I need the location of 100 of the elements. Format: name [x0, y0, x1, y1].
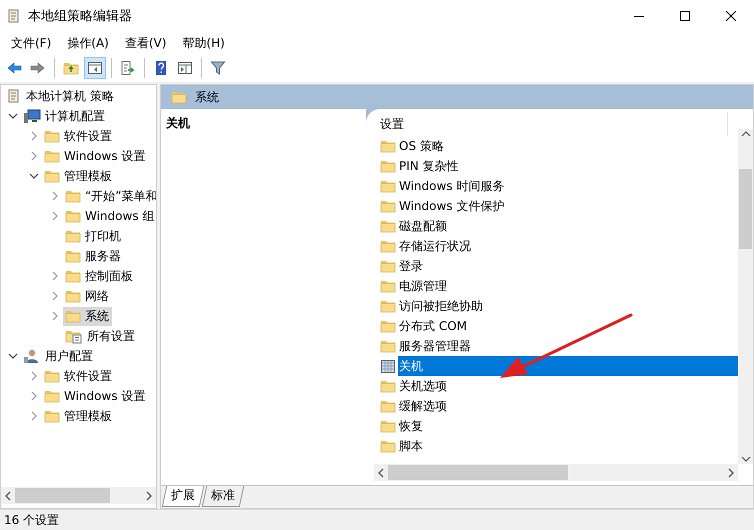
forward-arrow-icon — [30, 60, 46, 76]
menu-item[interactable]: 查看(V) — [116, 34, 174, 52]
tree-item[interactable]: 管理模板 — [42, 166, 115, 186]
tree-item[interactable]: 软件设置 — [42, 366, 115, 386]
pane-header-title: 系统 — [195, 88, 219, 106]
folder-icon — [65, 288, 81, 304]
back-arrow-icon — [6, 60, 22, 76]
menu-item[interactable]: 帮助(H) — [174, 34, 233, 52]
tree-item[interactable]: 服务器 — [63, 246, 124, 266]
settings-folder-icon — [65, 328, 83, 344]
folder-icon — [380, 298, 396, 314]
folder-icon — [380, 278, 396, 294]
window-title: 本地组策略编辑器 — [28, 8, 132, 25]
view-tab[interactable]: 扩展 — [162, 486, 204, 507]
folder-icon — [65, 188, 81, 204]
tree-item[interactable]: “开始”菜单和 — [63, 186, 156, 206]
folder-up-icon — [63, 60, 79, 76]
folder-icon — [380, 238, 396, 254]
tree-item-label: Windows 设置 — [64, 148, 146, 164]
export-list-icon — [120, 60, 136, 76]
setting-list-item[interactable]: 恢复 — [398, 416, 738, 436]
setting-list-item[interactable]: Windows 时间服务 — [398, 176, 738, 196]
tree-item[interactable]: 软件设置 — [42, 126, 115, 146]
folder-icon — [44, 388, 60, 404]
menu-item[interactable]: 文件(F) — [3, 34, 60, 52]
scrollbar-thumb[interactable] — [15, 488, 110, 503]
scrollbar-thumb[interactable] — [388, 465, 568, 480]
setting-list-item[interactable]: 服务器管理器 — [398, 336, 738, 356]
tree-item[interactable]: Windows 组 — [63, 206, 156, 226]
folder-icon — [380, 218, 396, 234]
properties-panel-icon — [177, 60, 193, 76]
tree-item-label: 控制面板 — [85, 268, 133, 284]
folder-icon — [380, 438, 396, 454]
folder-icon — [65, 228, 81, 244]
tree-item-label: 管理模板 — [64, 408, 112, 424]
tree-item-label: 网络 — [85, 288, 109, 304]
setting-list-item[interactable]: 分布式 COM — [398, 316, 738, 336]
tree-item-label: Windows 设置 — [64, 388, 146, 404]
folder-icon — [380, 338, 396, 354]
setting-list-item[interactable]: OS 策略 — [398, 136, 738, 156]
folder-icon — [380, 198, 396, 214]
show-tree-icon — [87, 60, 103, 76]
maximize-icon — [680, 11, 690, 21]
scroll-up-icon — [740, 129, 750, 139]
tree-item-label: 本地计算机 策略 — [26, 88, 114, 104]
toolbar-button[interactable] — [84, 57, 106, 79]
folder-icon — [44, 128, 60, 144]
column-header[interactable]: 设置 — [380, 116, 404, 132]
setting-list-item[interactable]: 存储运行状况 — [398, 236, 738, 256]
tree-item-label: 用户配置 — [45, 348, 93, 364]
folder-icon — [44, 168, 60, 184]
setting-list-item[interactable]: 磁盘配额 — [398, 216, 738, 236]
folder-icon — [65, 248, 81, 264]
setting-list-item[interactable]: PIN 复杂性 — [398, 156, 738, 176]
folder-icon — [380, 258, 396, 274]
folder-icon — [380, 138, 396, 154]
folder-icon — [44, 148, 60, 164]
tree-item[interactable]: 打印机 — [63, 226, 124, 246]
folder-icon — [65, 208, 81, 224]
tree-item[interactable]: 网络 — [63, 286, 112, 306]
tree-item[interactable]: 控制面板 — [63, 266, 136, 286]
folder-icon — [380, 398, 396, 414]
tree-item-label: 软件设置 — [64, 128, 112, 144]
tree-item[interactable]: 用户配置 — [21, 346, 96, 366]
tree-item-label: 系统 — [85, 308, 109, 324]
setting-list-item[interactable]: 登录 — [398, 256, 738, 276]
description-title: 关机 — [166, 116, 190, 130]
tree-item[interactable]: 管理模板 — [42, 406, 115, 426]
tree-item[interactable]: 系统 — [63, 306, 112, 326]
scrollbar-thumb[interactable] — [739, 169, 752, 249]
folder-icon — [380, 318, 396, 334]
tree-item-label: Windows 组 — [85, 208, 154, 224]
tree-item[interactable]: Windows 设置 — [42, 386, 148, 406]
tree-item-label: 服务器 — [85, 248, 121, 264]
setting-list-item[interactable]: Windows 文件保护 — [398, 196, 738, 216]
close-icon — [726, 11, 736, 21]
tree-item-label: 计算机配置 — [45, 108, 105, 124]
folder-icon — [65, 268, 81, 284]
tree-item[interactable]: 本地计算机 策略 — [4, 86, 117, 106]
tree-item-label: “开始”菜单和 — [85, 188, 156, 204]
setting-list-item[interactable]: 关机 — [398, 356, 738, 376]
tree-item[interactable]: Windows 设置 — [42, 146, 148, 166]
tree-item[interactable]: 计算机配置 — [21, 106, 108, 126]
setting-list-item[interactable]: 关机选项 — [398, 376, 738, 396]
folder-icon — [44, 368, 60, 384]
view-tab[interactable]: 标准 — [202, 486, 244, 507]
scroll-down-icon — [740, 454, 750, 464]
menu-item[interactable]: 操作(A) — [59, 34, 117, 52]
help-icon — [153, 60, 169, 76]
tree-item-label: 打印机 — [85, 228, 121, 244]
setting-list-item[interactable]: 访问被拒绝协助 — [398, 296, 738, 316]
tree-item-label: 软件设置 — [64, 368, 112, 384]
setting-list-item[interactable]: 缓解选项 — [398, 396, 738, 416]
setting-list-item[interactable]: 电源管理 — [398, 276, 738, 296]
setting-list-item[interactable]: 脚本 — [398, 436, 738, 456]
tree-item[interactable]: 所有设置 — [63, 326, 138, 346]
grid-page-icon — [380, 358, 396, 374]
folder-icon — [380, 158, 396, 174]
status-text: 16 个设置 — [4, 512, 60, 528]
folder-icon — [44, 408, 60, 424]
